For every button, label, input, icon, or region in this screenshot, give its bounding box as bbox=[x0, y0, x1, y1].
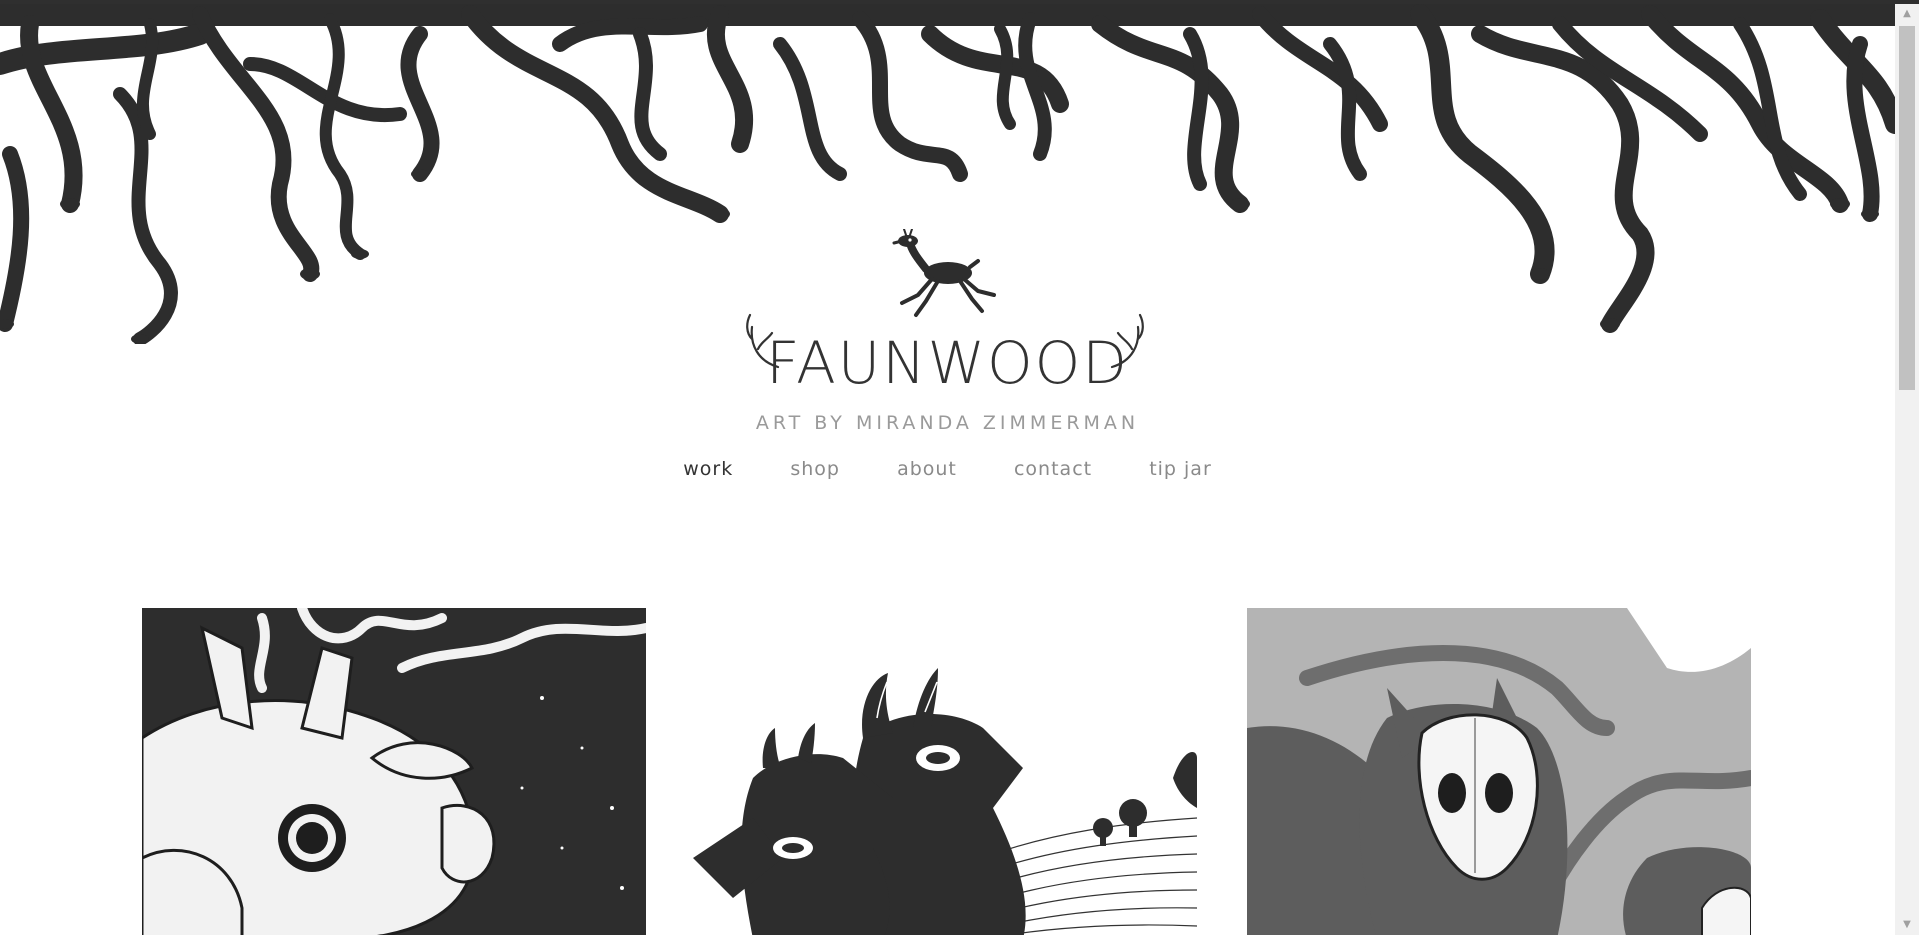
antlered-creature-artwork bbox=[142, 608, 646, 935]
site-title: FAUNWOOD bbox=[766, 329, 1129, 397]
site-tagline: ART BY MIRANDA ZIMMERMAN bbox=[755, 412, 1140, 434]
site-logo[interactable]: FAUNWOOD ART BY MIRANDA ZIMMERMAN bbox=[0, 229, 1895, 434]
masked-creature-artwork bbox=[1247, 608, 1751, 935]
main-navigation: work shop about contact tip jar bbox=[0, 458, 1895, 488]
gallery-item-two-black-deer[interactable] bbox=[693, 608, 1197, 935]
gallery-item-masked-creature[interactable] bbox=[1247, 608, 1751, 935]
scrollbar-thumb[interactable] bbox=[1899, 26, 1915, 390]
nav-tip-jar[interactable]: tip jar bbox=[1149, 458, 1212, 480]
scroll-up-arrow-icon[interactable]: ▲ bbox=[1895, 4, 1919, 24]
nav-shop[interactable]: shop bbox=[790, 458, 840, 480]
nav-about[interactable]: about bbox=[897, 458, 957, 480]
nav-contact[interactable]: contact bbox=[1014, 458, 1092, 480]
gallery-item-antlered-creature[interactable] bbox=[142, 608, 646, 935]
two-black-deer-artwork bbox=[693, 608, 1197, 935]
nav-work[interactable]: work bbox=[683, 458, 733, 480]
leaping-deer-icon bbox=[892, 229, 996, 317]
page: FAUNWOOD ART BY MIRANDA ZIMMERMAN work s… bbox=[0, 4, 1895, 935]
scroll-down-arrow-icon[interactable]: ▼ bbox=[1895, 915, 1919, 935]
vertical-scrollbar[interactable]: ▲ ▼ bbox=[1895, 4, 1919, 935]
